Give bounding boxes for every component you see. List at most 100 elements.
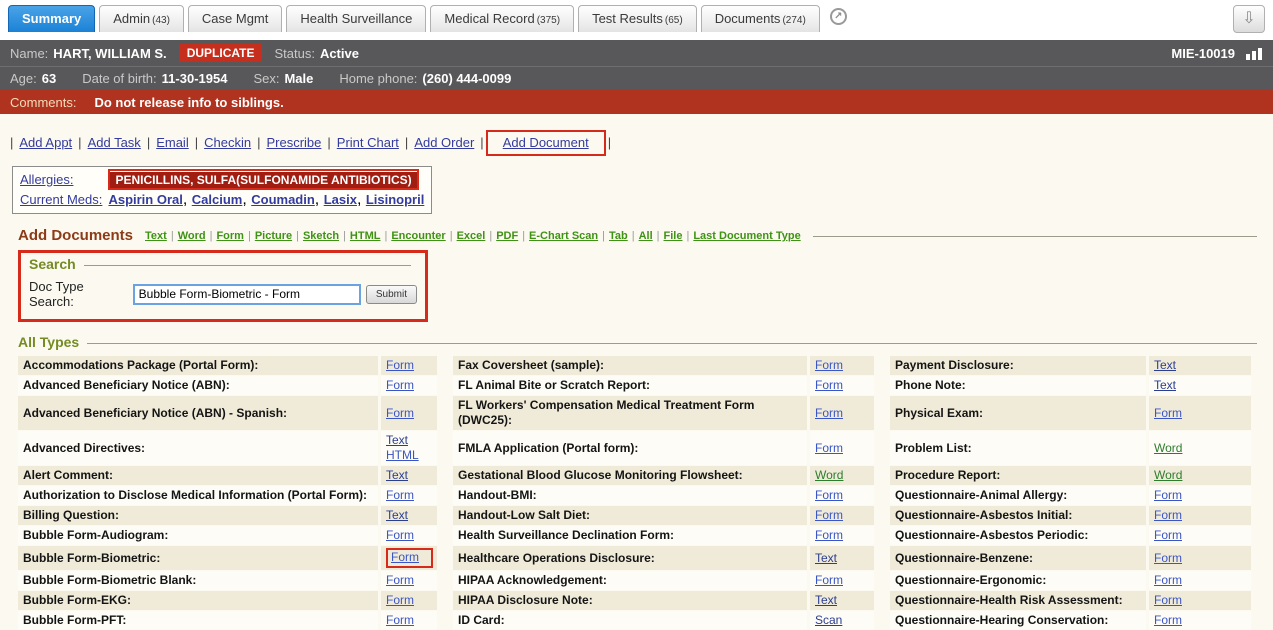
doc-type-file[interactable]: File	[664, 230, 683, 242]
action-add-order[interactable]: Add Order	[414, 135, 474, 150]
action-add-document[interactable]: Add Document	[503, 135, 589, 150]
doc-type-word[interactable]: Word	[178, 230, 206, 242]
patient-mrn: MIE-10019	[1171, 46, 1235, 61]
action-add-task[interactable]: Add Task	[88, 135, 141, 150]
doc-link-text[interactable]: Text	[1154, 358, 1176, 373]
med-coumadin[interactable]: Coumadin	[251, 192, 315, 207]
doc-name: Bubble Form-Biometric:	[18, 546, 378, 570]
doc-link-form[interactable]: Form	[815, 358, 843, 373]
doc-link-form[interactable]: Form	[1154, 488, 1182, 503]
doc-type-all[interactable]: All	[639, 230, 653, 242]
tab-admin[interactable]: Admin(43)	[99, 5, 184, 32]
doc-link-form[interactable]: Form	[386, 406, 414, 421]
doc-type-search-input[interactable]	[133, 284, 361, 305]
doc-link-form[interactable]: Form	[815, 508, 843, 523]
doc-link-html[interactable]: HTML	[386, 448, 419, 463]
tab-health-surveillance[interactable]: Health Surveillance	[286, 5, 426, 32]
doc-link-word[interactable]: Word	[1154, 441, 1182, 456]
doc-type-text[interactable]: Text	[145, 230, 167, 242]
separator: |	[327, 135, 330, 150]
doc-link-text[interactable]: Text	[386, 508, 408, 523]
separator: |	[657, 230, 660, 242]
collapse-button[interactable]: ⇩	[1233, 5, 1265, 33]
doc-links: Form	[810, 431, 874, 465]
doc-link-form[interactable]: Form	[391, 550, 419, 564]
doc-link-word[interactable]: Word	[815, 468, 843, 483]
doc-type-sketch[interactable]: Sketch	[303, 230, 339, 242]
doc-link-form[interactable]: Form	[815, 488, 843, 503]
doc-link-form[interactable]: Form	[1154, 551, 1182, 566]
doc-type-excel[interactable]: Excel	[457, 230, 486, 242]
tab-count: (375)	[537, 15, 560, 26]
separator: |	[195, 135, 198, 150]
med-calcium[interactable]: Calcium	[192, 192, 243, 207]
doc-link-form[interactable]: Form	[1154, 573, 1182, 588]
doc-type-search-label: Doc Type Search:	[29, 279, 128, 309]
allergies-link[interactable]: Allergies:	[20, 170, 104, 190]
doc-link-word[interactable]: Word	[1154, 468, 1182, 483]
doc-link-text[interactable]: Text	[815, 593, 837, 608]
doc-link-form[interactable]: Form	[386, 613, 414, 628]
med-lasix[interactable]: Lasix	[324, 192, 357, 207]
separator: |	[522, 230, 525, 242]
doc-type-last-document-type[interactable]: Last Document Type	[693, 230, 800, 242]
doc-type-pdf[interactable]: PDF	[496, 230, 518, 242]
doc-link-text[interactable]: Text	[815, 551, 837, 566]
doc-link-form[interactable]: Form	[815, 406, 843, 421]
tab-summary[interactable]: Summary	[8, 5, 95, 32]
tab-case-mgmt[interactable]: Case Mgmt	[188, 5, 282, 32]
doc-link-form[interactable]: Form	[815, 528, 843, 543]
doc-links: Form	[810, 506, 874, 525]
current-meds-link[interactable]: Current Meds:	[20, 190, 104, 210]
doc-link-form[interactable]: Form	[1154, 508, 1182, 523]
action-email[interactable]: Email	[156, 135, 189, 150]
action-print-chart[interactable]: Print Chart	[337, 135, 399, 150]
doc-link-text[interactable]: Text	[386, 468, 408, 483]
doc-link-form[interactable]: Form	[386, 378, 414, 393]
chart-icon[interactable]	[1245, 47, 1263, 60]
tab-label: Admin	[113, 11, 150, 26]
action-checkin[interactable]: Checkin	[204, 135, 251, 150]
doc-type-picture[interactable]: Picture	[255, 230, 292, 242]
doc-link-form[interactable]: Form	[386, 573, 414, 588]
current-meds-list: Aspirin Oral, Calcium, Coumadin, Lasix, …	[108, 191, 424, 208]
doc-links: Form	[381, 396, 437, 430]
doc-type-e-chart-scan[interactable]: E-Chart Scan	[529, 230, 598, 242]
submit-button[interactable]: Submit	[366, 285, 417, 304]
doc-name: Questionnaire-Animal Allergy:	[890, 486, 1146, 505]
doc-link-form[interactable]: Form	[386, 358, 414, 373]
doc-link-form[interactable]: Form	[386, 528, 414, 543]
med-lisinopril[interactable]: Lisinopril	[366, 192, 425, 207]
doc-type-tab[interactable]: Tab	[609, 230, 628, 242]
doc-name: Bubble Form-Biometric Blank:	[18, 571, 378, 590]
doc-link-form[interactable]: Form	[386, 488, 414, 503]
group-gap	[437, 466, 453, 485]
tab-medical-record[interactable]: Medical Record(375)	[430, 5, 574, 32]
tab-test-results[interactable]: Test Results(65)	[578, 5, 697, 32]
doc-link-text[interactable]: Text	[1154, 378, 1176, 393]
duplicate-badge[interactable]: DUPLICATE	[179, 44, 263, 62]
doc-links: Word	[810, 466, 874, 485]
doc-link-form[interactable]: Form	[1154, 613, 1182, 628]
action-add-appt[interactable]: Add Appt	[19, 135, 72, 150]
doc-name: Phone Note:	[890, 376, 1146, 395]
doc-link-form[interactable]: Form	[815, 441, 843, 456]
popout-icon[interactable]: ↗	[830, 8, 847, 25]
action-prescribe[interactable]: Prescribe	[266, 135, 321, 150]
tab-documents[interactable]: Documents(274)	[701, 5, 820, 32]
doc-link-form[interactable]: Form	[1154, 593, 1182, 608]
doc-links: Form	[1149, 571, 1251, 590]
doc-type-encounter[interactable]: Encounter	[391, 230, 445, 242]
doc-link-form[interactable]: Form	[386, 593, 414, 608]
med-aspirin-oral[interactable]: Aspirin Oral	[108, 192, 182, 207]
doc-link-text[interactable]: Text	[386, 433, 408, 448]
doc-link-form[interactable]: Form	[815, 378, 843, 393]
phone-value: (260) 444-0099	[422, 71, 511, 86]
doc-link-scan[interactable]: Scan	[815, 613, 842, 628]
doc-link-form[interactable]: Form	[815, 573, 843, 588]
doc-type-html[interactable]: HTML	[350, 230, 381, 242]
doc-link-form[interactable]: Form	[1154, 406, 1182, 421]
doc-link-form[interactable]: Form	[1154, 528, 1182, 543]
separator: |	[405, 135, 408, 150]
doc-type-form[interactable]: Form	[216, 230, 244, 242]
